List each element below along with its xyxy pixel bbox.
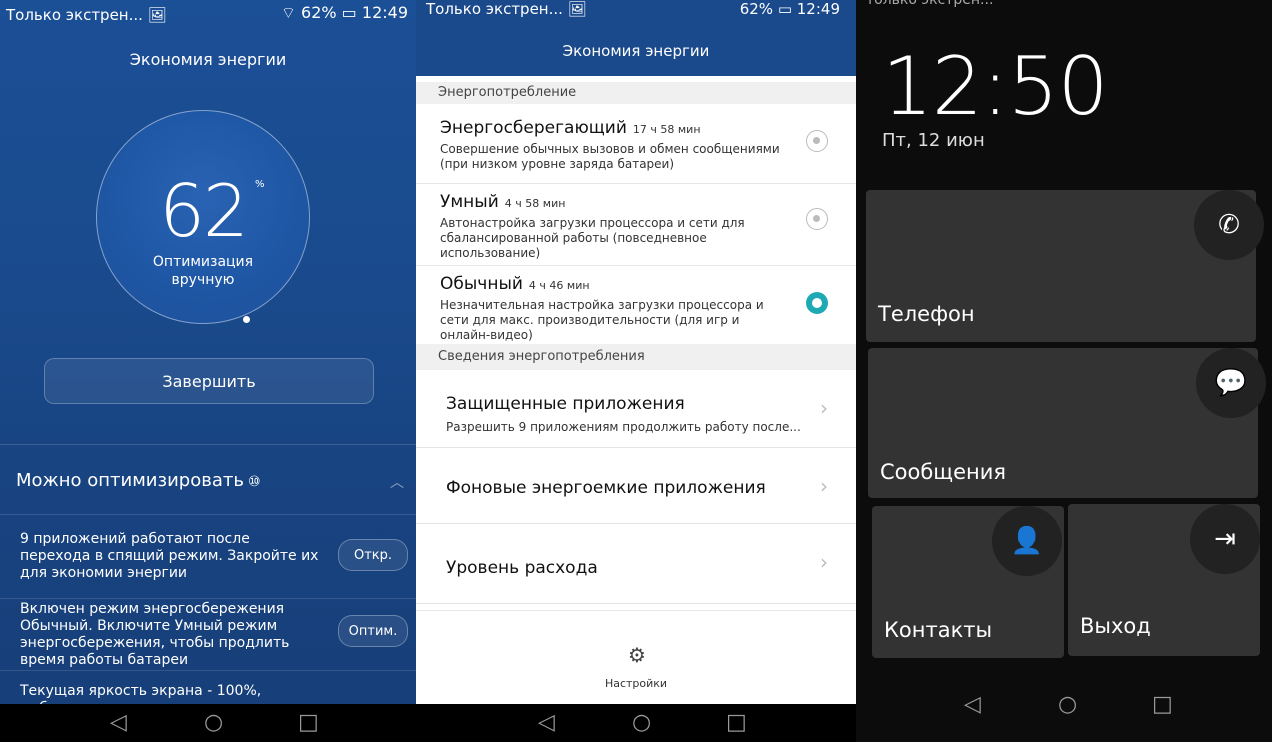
finish-button[interactable]: Завершить	[44, 358, 374, 404]
row-title: Фоновые энергоемкие приложения	[446, 478, 766, 498]
optimize-item: Включен режим энергосбережения Обычный. …	[0, 598, 416, 670]
section-header-info: Сведения энергопотребления	[416, 344, 856, 370]
home-icon[interactable]: ○	[204, 712, 223, 734]
tile-label: Контакты	[884, 618, 993, 642]
mode-name: Энергосберегающий 17 ч 58 мин	[440, 118, 701, 138]
count-badge: ⑩	[247, 474, 261, 490]
optimize-item-text: 9 приложений работают после перехода в с…	[20, 531, 319, 581]
gauge-indicator-dot	[243, 316, 250, 323]
gear-icon[interactable]: ⚙	[628, 643, 646, 667]
status-left: Только экстрен... 🖼	[6, 6, 167, 24]
back-icon[interactable]: ◁	[538, 712, 555, 734]
optimization-mode-label: Оптимизация вручную	[152, 254, 254, 288]
row-subtitle: Разрешить 9 приложениям продолжить работ…	[446, 420, 801, 434]
mode-radio[interactable]	[806, 208, 828, 230]
battery-percent-unit: %	[255, 179, 265, 190]
battery-percent-value: 62	[159, 169, 249, 253]
chevron-right-icon: ›	[820, 474, 828, 498]
mode-time: 17 ч 58 мин	[632, 123, 701, 136]
chevron-up-icon[interactable]: ︿	[390, 472, 404, 492]
phone-tile[interactable]: ✆ Телефон	[866, 190, 1264, 342]
optimize-item-text: Включен режим энергосбережения Обычный. …	[20, 601, 290, 668]
recent-apps-icon[interactable]: □	[1152, 694, 1173, 716]
status-bar: Только экстрен... 🖼 ⌔ 62% ▭ 12:49	[0, 0, 416, 30]
wifi-icon: ⌔	[280, 3, 296, 22]
chat-bubble-icon: 💬	[1214, 368, 1248, 398]
background-apps-row[interactable]: Фоновые энергоемкие приложения ›	[416, 448, 856, 524]
battery-gauge: 62 % Оптимизация вручную	[96, 110, 310, 324]
mode-time: 4 ч 46 мин	[528, 279, 590, 292]
tile-label: Выход	[1080, 614, 1151, 638]
power-plan-screen: Только экстрен... 🖼 62% ▭ 12:49 Экономия…	[416, 0, 856, 742]
mode-description: Совершение обычных вызовов и обмен сообщ…	[440, 142, 780, 171]
chevron-right-icon: ›	[820, 396, 828, 420]
mode-radio-selected[interactable]	[806, 292, 828, 314]
section-header-power: Энергопотребление	[416, 82, 856, 104]
optimize-item: 9 приложений работают после перехода в с…	[0, 514, 416, 598]
screen-title: Экономия энергии	[129, 50, 287, 69]
contact-icon-circle: 👤	[992, 506, 1062, 576]
recent-apps-icon[interactable]: □	[726, 712, 747, 734]
contacts-tile[interactable]: 👤 Контакты	[872, 506, 1064, 658]
message-icon-circle: 💬	[1196, 348, 1266, 418]
status-left: Только экстрен... 🖼	[426, 0, 587, 18]
status-left: только экстрен...	[866, 0, 994, 8]
mode-description: Автонастройка загрузки процессора и сети…	[440, 216, 745, 260]
back-icon[interactable]: ◁	[110, 712, 127, 734]
navigation-bar: ◁ ○ □	[856, 682, 1272, 742]
recent-apps-icon[interactable]: □	[298, 712, 319, 734]
battery-overview-screen: Только экстрен... 🖼 ⌔ 62% ▭ 12:49 Эконом…	[0, 0, 416, 742]
status-right: 62% ▭ 12:49	[739, 0, 840, 18]
mode-name: Обычный 4 ч 46 мин	[440, 274, 590, 294]
optimize-section-title: Можно оптимизировать ⑩	[16, 470, 261, 491]
messages-tile[interactable]: 💬 Сообщения	[868, 348, 1266, 498]
date: Пт, 12 июн	[882, 130, 985, 151]
exit-tile[interactable]: ⇥ Выход	[1068, 504, 1260, 656]
row-title: Защищенные приложения	[446, 394, 685, 414]
protected-apps-row[interactable]: Защищенные приложения Разрешить 9 прилож…	[416, 370, 856, 448]
open-button[interactable]: Откр.	[338, 539, 408, 571]
status-right: ⌔ 62% ▭ 12:49	[280, 3, 408, 22]
header: Только экстрен... 🖼 62% ▭ 12:49 Экономия…	[416, 0, 856, 76]
home-icon[interactable]: ○	[1058, 694, 1077, 716]
power-mode-saving[interactable]: Энергосберегающий 17 ч 58 мин Совершение …	[416, 104, 856, 184]
power-mode-normal[interactable]: Обычный 4 ч 46 мин Незначительная настрой…	[416, 266, 856, 344]
screen-title: Экономия энергии	[562, 42, 710, 60]
navigation-bar: ◁ ○ □	[416, 704, 856, 742]
phone-icon-circle: ✆	[1194, 190, 1264, 260]
back-icon[interactable]: ◁	[964, 694, 981, 716]
mode-description: Незначительная настройка загрузки процес…	[440, 298, 764, 342]
exit-icon-circle: ⇥	[1190, 504, 1260, 574]
ultra-saving-home-screen: только экстрен... 12:50 Пт, 12 июн ✆ Тел…	[856, 0, 1272, 742]
optimize-button[interactable]: Оптим.	[338, 615, 408, 647]
mode-time: 4 ч 58 мин	[504, 197, 566, 210]
screenshot-collage: Только экстрен... 🖼 ⌔ 62% ▭ 12:49 Эконом…	[0, 0, 1272, 742]
home-icon[interactable]: ○	[632, 712, 651, 734]
row-title: Уровень расхода	[446, 558, 598, 578]
tile-label: Сообщения	[880, 460, 1007, 484]
divider	[0, 444, 416, 445]
navigation-bar: ◁ ○ □	[0, 704, 416, 742]
consumption-level-row[interactable]: Уровень расхода ›	[416, 524, 856, 604]
exit-icon: ⇥	[1214, 524, 1236, 554]
settings-label: Настройки	[604, 677, 668, 690]
mode-name: Умный 4 ч 58 мин	[440, 192, 566, 212]
person-icon: 👤	[1010, 526, 1044, 556]
mode-radio[interactable]	[806, 130, 828, 152]
tile-label: Телефон	[878, 302, 975, 326]
phone-icon: ✆	[1218, 210, 1240, 240]
clock: 12:50	[882, 40, 1109, 133]
settings-footer[interactable]: ⚙ Настройки	[416, 610, 856, 696]
chevron-right-icon: ›	[820, 550, 828, 574]
power-mode-smart[interactable]: Умный 4 ч 58 мин Автонастройка загрузки п…	[416, 184, 856, 266]
